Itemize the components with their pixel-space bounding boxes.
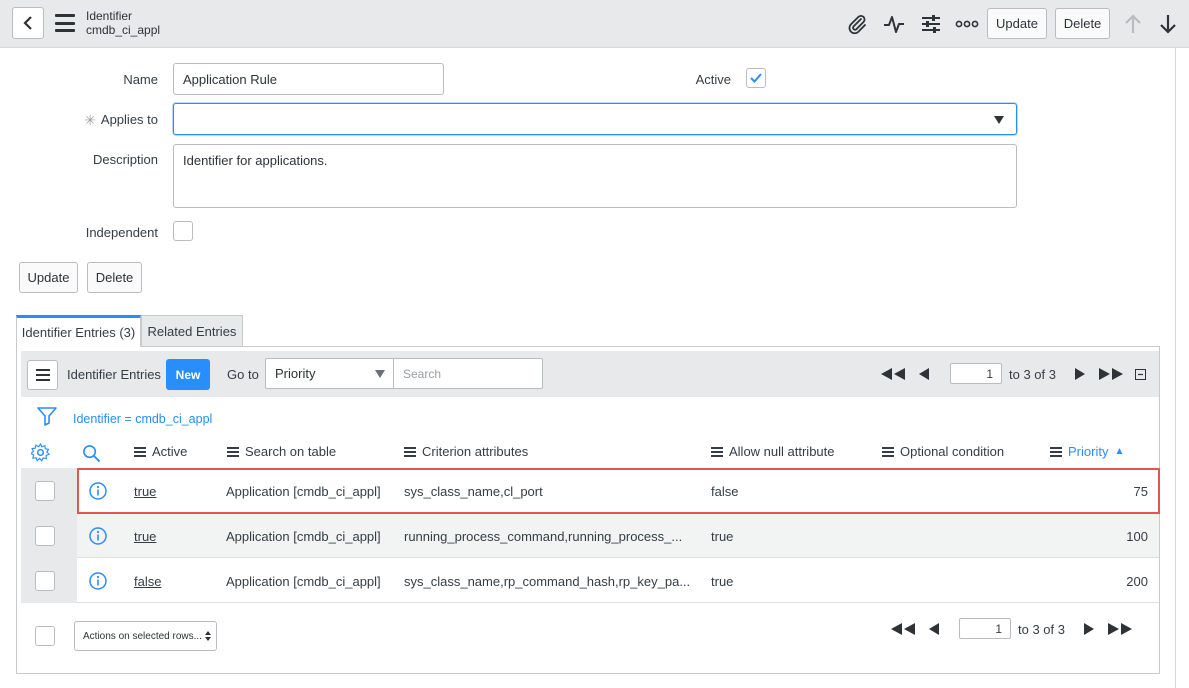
row-table: Application [cmdb_ci_appl] — [226, 529, 381, 544]
header-update-button[interactable]: Update — [987, 8, 1047, 39]
row-checkbox[interactable] — [35, 571, 55, 591]
scrollbar[interactable] — [1175, 48, 1176, 688]
list-title: Identifier Entries — [67, 367, 161, 382]
column-header-allow-null-attribute[interactable]: Allow null attribute — [711, 444, 835, 459]
required-icon: ✳ — [84, 112, 96, 128]
top-bar: Identifier cmdb_ci_appl Update Delete — [0, 0, 1189, 48]
row-active-link[interactable]: true — [134, 529, 156, 544]
actions-select-label: Actions on selected rows... — [83, 630, 202, 642]
chevron-left-icon — [23, 16, 32, 30]
filter-icon[interactable] — [37, 406, 57, 426]
menu-icon[interactable] — [55, 14, 75, 32]
description-textarea[interactable]: Identifier for applications. — [173, 144, 1017, 208]
row-priority: 100 — [1126, 529, 1148, 544]
row-active-link[interactable]: true — [134, 484, 156, 499]
column-menu-icon — [882, 446, 894, 457]
last-page-icon[interactable] — [1107, 623, 1133, 635]
page-range-text: to 3 of 3 — [1009, 367, 1056, 382]
row-allow-null: true — [711, 529, 734, 544]
column-header-criterion-attributes[interactable]: Criterion attributes — [404, 444, 528, 459]
list-menu-button[interactable] — [27, 360, 58, 390]
paperclip-icon[interactable] — [845, 12, 869, 36]
select-arrows-icon — [205, 631, 211, 641]
row-criterion: sys_class_name,rp_command_hash,rp_key_pa… — [404, 574, 691, 589]
page-range-text: to 3 of 3 — [1018, 622, 1065, 637]
page-number-input[interactable]: 1 — [959, 618, 1011, 639]
name-label: Name — [123, 72, 158, 87]
row-active-link[interactable]: false — [134, 574, 161, 589]
row-table: Application [cmdb_ci_appl] — [226, 574, 381, 589]
applies-to-label: Applies to — [100, 112, 158, 127]
form-title: Identifier — [86, 9, 133, 23]
column-header-active[interactable]: Active — [134, 444, 187, 459]
collapse-icon[interactable] — [1135, 369, 1146, 380]
description-label: Description — [92, 152, 158, 167]
column-header-search-on-table[interactable]: Search on table — [227, 444, 336, 459]
table-row[interactable] — [21, 468, 1159, 513]
actions-select[interactable]: Actions on selected rows... — [74, 621, 217, 651]
name-input[interactable]: Application Rule — [173, 63, 444, 95]
back-button[interactable] — [12, 7, 44, 39]
settings-sliders-icon[interactable] — [919, 12, 943, 36]
info-icon[interactable] — [89, 572, 107, 590]
row-checkbox[interactable] — [35, 481, 55, 501]
first-page-icon[interactable] — [880, 368, 906, 380]
row-checkbox[interactable] — [35, 526, 55, 546]
select-all-checkbox[interactable] — [35, 626, 55, 646]
list-search-input[interactable]: Search — [393, 358, 543, 389]
applies-to-select[interactable] — [173, 103, 1017, 135]
last-page-icon[interactable] — [1098, 368, 1124, 380]
new-button[interactable]: New — [166, 359, 210, 390]
column-header-optional-condition[interactable]: Optional condition — [882, 444, 1004, 459]
tab-related-entries[interactable]: Related Entries — [141, 315, 243, 347]
arrow-up-icon[interactable] — [1121, 12, 1145, 36]
menu-icon — [35, 369, 50, 381]
row-table: Application [cmdb_ci_appl] — [226, 484, 381, 499]
goto-label: Go to — [227, 367, 259, 382]
row-criterion: running_process_command,running_process_… — [404, 529, 683, 544]
info-icon[interactable] — [89, 482, 107, 500]
first-page-icon[interactable] — [890, 623, 916, 635]
row-allow-null: true — [711, 574, 734, 589]
arrow-down-icon[interactable] — [1156, 12, 1180, 36]
checkmark-icon — [750, 73, 762, 83]
column-header-priority[interactable]: Priority ▲ — [1050, 444, 1124, 459]
next-page-icon[interactable] — [1074, 368, 1086, 380]
caret-down-icon — [375, 370, 385, 378]
search-icon[interactable] — [82, 444, 101, 463]
row-priority: 75 — [1133, 484, 1148, 499]
column-menu-icon — [404, 446, 416, 457]
form-delete-button[interactable]: Delete — [87, 262, 142, 293]
independent-label: Independent — [85, 225, 158, 240]
previous-page-icon[interactable] — [918, 368, 930, 380]
tab-identifier-entries[interactable]: Identifier Entries (3) — [16, 315, 141, 347]
more-options-icon[interactable] — [955, 12, 979, 36]
sort-ascending-icon: ▲ — [1114, 446, 1125, 457]
info-icon[interactable] — [89, 527, 107, 545]
column-menu-icon — [227, 446, 239, 457]
filter-breadcrumb[interactable]: Identifier = cmdb_ci_appl — [73, 412, 212, 426]
page-number-input[interactable]: 1 — [950, 363, 1002, 384]
row-criterion: sys_class_name,cl_port — [404, 484, 543, 499]
form-update-button[interactable]: Update — [19, 262, 78, 293]
header-delete-button[interactable]: Delete — [1055, 8, 1110, 39]
column-menu-icon — [134, 446, 146, 457]
goto-field-value: Priority — [275, 366, 316, 381]
active-label: Active — [695, 72, 731, 87]
column-menu-icon — [1050, 446, 1062, 457]
column-menu-icon — [711, 446, 723, 457]
active-checkbox[interactable] — [746, 68, 766, 88]
goto-field-select[interactable]: Priority — [265, 358, 394, 389]
row-allow-null: false — [711, 484, 739, 499]
form-table-name: cmdb_ci_appl — [86, 23, 161, 37]
next-page-icon[interactable] — [1083, 623, 1095, 635]
activity-icon[interactable] — [882, 12, 906, 36]
caret-down-icon — [994, 116, 1004, 124]
independent-checkbox[interactable] — [173, 221, 193, 241]
row-priority: 200 — [1126, 574, 1148, 589]
gear-icon[interactable] — [31, 443, 50, 462]
previous-page-icon[interactable] — [928, 623, 940, 635]
